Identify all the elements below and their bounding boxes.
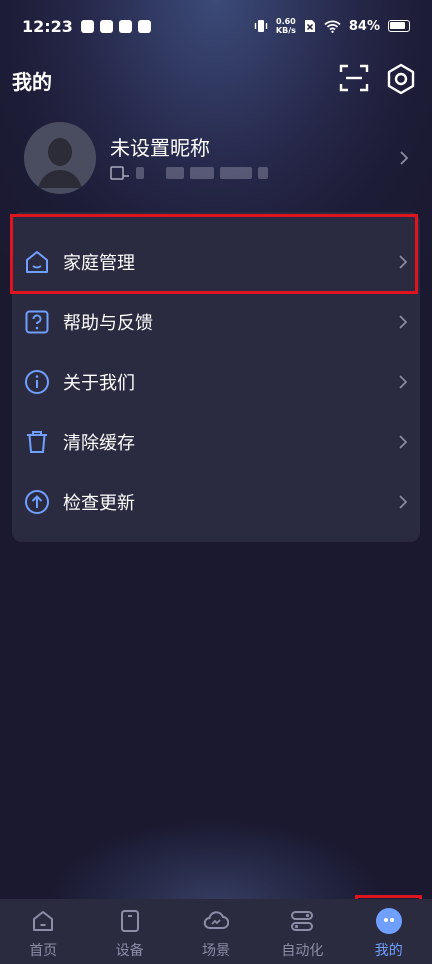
tab-label: 我的 — [374, 943, 403, 959]
status-time: 12:23 — [22, 16, 73, 36]
chevron-right-icon — [399, 375, 408, 389]
page-title: 我的 — [12, 70, 52, 94]
home-icon — [26, 251, 48, 273]
home-icon — [33, 911, 54, 931]
profile-section[interactable]: 未设置昵称 — [0, 118, 432, 202]
tab-label: 自动化 — [281, 943, 324, 959]
chat-notification-icon — [137, 19, 151, 33]
chevron-right-icon — [399, 435, 408, 449]
tab-devices[interactable]: 设备 — [86, 899, 172, 964]
account-info-redacted — [110, 164, 280, 182]
avatar[interactable] — [24, 122, 96, 194]
menu-item-check-update[interactable]: 检查更新 — [12, 472, 420, 532]
menu-item-label: 检查更新 — [63, 493, 135, 514]
trash-icon — [27, 431, 47, 453]
redacted-block — [136, 167, 144, 179]
tab-label: 首页 — [29, 943, 58, 959]
device-icon — [120, 910, 139, 932]
tab-automation[interactable]: 自动化 — [259, 899, 345, 964]
net-speed-value: 0.60 — [276, 17, 296, 26]
tab-label: 场景 — [201, 943, 230, 959]
tab-me[interactable]: 我的 — [346, 899, 432, 964]
info-icon — [25, 370, 49, 394]
settings-icon[interactable] — [384, 62, 418, 96]
net-speed-unit: KB/s — [275, 26, 296, 35]
menu-item-label: 家庭管理 — [63, 253, 135, 274]
tab-scenes[interactable]: 场景 — [173, 899, 259, 964]
tab-home[interactable]: 首页 — [0, 899, 86, 964]
scan-icon[interactable] — [338, 62, 370, 94]
redacted-block — [166, 167, 184, 179]
tiktok-notification-icon — [99, 19, 113, 33]
menu-item-label: 清除缓存 — [63, 433, 135, 454]
status-bar: 12:23 0.60 KB/s 84% — [0, 0, 432, 52]
menu-item-clear-cache[interactable]: 清除缓存 — [12, 412, 420, 472]
help-icon — [25, 310, 49, 334]
notification-icons — [80, 19, 151, 33]
mail-notification-icon — [80, 19, 94, 33]
menu-item-help-feedback[interactable]: 帮助与反馈 — [12, 292, 420, 352]
automation-icon — [291, 911, 314, 931]
chevron-right-icon — [400, 151, 409, 165]
menu-item-label: 帮助与反馈 — [63, 313, 153, 334]
upload-icon — [25, 490, 49, 514]
menu-item-about-us[interactable]: 关于我们 — [12, 352, 420, 412]
background-glow — [0, 704, 432, 904]
redacted-block — [190, 167, 214, 179]
no-sim-icon — [304, 20, 315, 32]
chevron-right-icon — [399, 255, 408, 269]
tab-label: 设备 — [115, 943, 144, 959]
scene-icon — [203, 911, 229, 929]
net-speed: 0.60 KB/s — [276, 17, 296, 35]
menu-item-home-management[interactable]: 家庭管理 — [12, 232, 420, 292]
me-icon — [375, 908, 402, 934]
redacted-block — [220, 167, 252, 179]
app-notification-icon — [118, 19, 132, 33]
menu-card: 家庭管理 帮助与反馈 关于我们 清除缓存 检查更新 — [12, 212, 420, 542]
account-icon — [110, 166, 129, 180]
header: 我的 — [0, 60, 432, 100]
default-avatar-icon — [24, 122, 96, 194]
vibrate-icon — [254, 20, 268, 32]
bottom-tab-bar: 首页 设备 场景 自动化 我的 — [0, 899, 432, 964]
menu-item-label: 关于我们 — [63, 373, 135, 394]
wifi-icon — [324, 20, 341, 33]
battery-icon — [388, 20, 410, 32]
chevron-right-icon — [399, 315, 408, 329]
nickname: 未设置昵称 — [110, 136, 210, 160]
battery-percent: 84% — [348, 18, 380, 34]
chevron-right-icon — [399, 495, 408, 509]
redacted-block — [258, 167, 268, 179]
